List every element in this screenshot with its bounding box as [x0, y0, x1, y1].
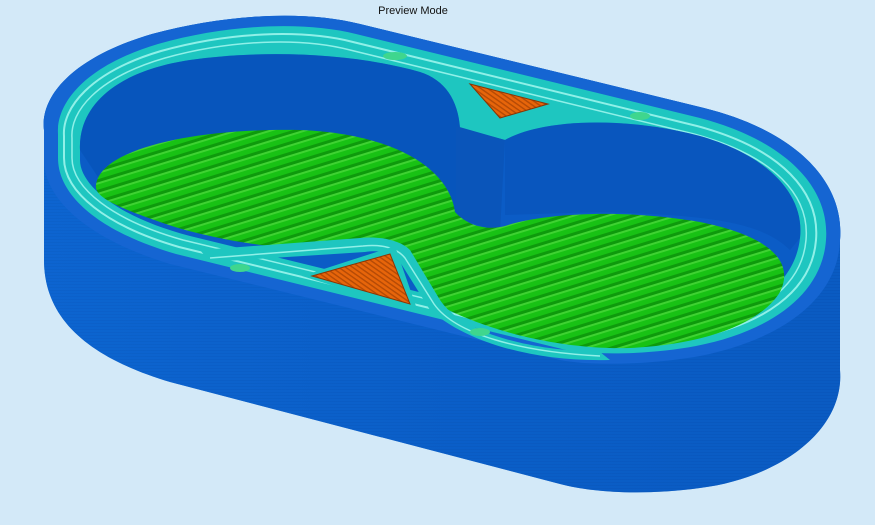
3d-preview-viewport[interactable]: Preview Mode [0, 0, 875, 525]
seam-marker [470, 328, 490, 336]
seam-marker [230, 264, 250, 272]
center-divider-ridge [456, 126, 505, 232]
sliced-model-render[interactable] [0, 0, 875, 525]
seam-marker [630, 112, 650, 120]
seam-marker [383, 52, 407, 60]
